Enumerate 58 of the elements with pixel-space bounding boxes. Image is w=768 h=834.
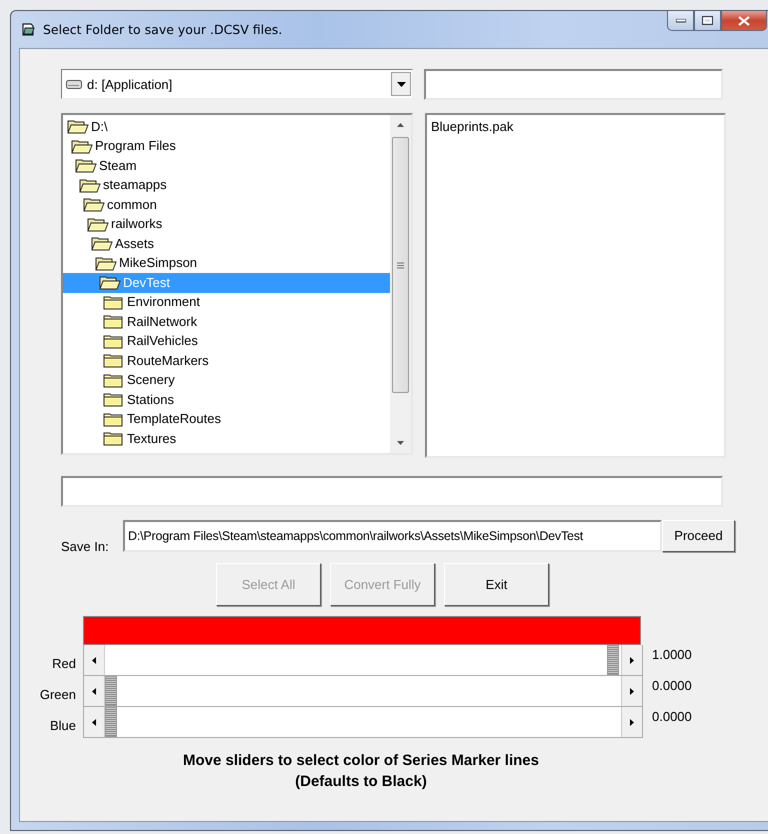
action-button[interactable]: Exit — [444, 563, 549, 606]
instruction-text: (Defaults to Black) — [294, 772, 428, 792]
instruction-text: Move sliders to select color of Series Marker lines — [182, 751, 540, 771]
tree-item[interactable]: Scenery — [125, 371, 177, 390]
slider-label: Red — [51, 655, 76, 671]
tree-item[interactable]: Stations — [125, 390, 176, 409]
right-arrow-icon — [630, 656, 634, 664]
slider-thumb[interactable] — [105, 676, 117, 706]
slider-thumb[interactable] — [105, 707, 117, 737]
save-path-field[interactable]: D:\Program Files\Steam\steamapps\common\railworks\Assets\MikeSimpson\DevTest — [123, 520, 662, 552]
left-arrow-icon — [92, 718, 96, 726]
tree-item[interactable]: D:\ — [89, 118, 110, 136]
tree-item[interactable]: railworks — [109, 215, 164, 234]
tree-item[interactable]: Assets — [113, 234, 156, 253]
proceed-button[interactable]: Proceed — [662, 520, 735, 552]
slider-value: 0.0000 — [652, 708, 692, 724]
color-slider[interactable] — [83, 645, 643, 676]
color-slider[interactable] — [83, 676, 643, 707]
text-field[interactable] — [61, 476, 723, 507]
slider-label: Blue — [48, 717, 76, 733]
slider-label: Green — [38, 686, 76, 702]
file-name-field[interactable] — [424, 69, 723, 100]
right-arrow-icon — [630, 688, 634, 694]
scrollbar[interactable] — [390, 115, 411, 453]
save-in-label: Save In: — [61, 538, 110, 554]
tree-item[interactable]: steamapps — [101, 176, 169, 194]
scroll-up-icon — [397, 123, 404, 127]
slider-value: 1.0000 — [652, 646, 692, 662]
window-title: Select Folder to save your .DCSV files. — [43, 22, 282, 37]
tree-item[interactable]: RailVehicles — [125, 332, 200, 350]
color-slider[interactable] — [83, 707, 643, 738]
tree-item[interactable]: TemplateRoutes — [125, 410, 223, 428]
scroll-down-icon — [397, 441, 404, 445]
left-arrow-icon — [92, 656, 96, 664]
file-item[interactable]: Blueprints.pak — [431, 119, 720, 135]
minimize-button[interactable] — [667, 11, 694, 31]
maximize-button[interactable] — [694, 11, 721, 31]
tree-item[interactable]: Steam — [97, 156, 139, 175]
close-icon — [738, 16, 750, 26]
tree-item[interactable]: RouteMarkers — [125, 352, 211, 370]
tree-item[interactable]: common — [105, 196, 159, 214]
slider-thumb[interactable] — [607, 645, 619, 675]
window-icon — [22, 23, 36, 36]
tree-item[interactable]: Textures — [125, 430, 178, 448]
drive-icon — [66, 80, 82, 88]
dropdown-arrow-icon — [396, 82, 406, 86]
minimize-icon — [676, 18, 686, 22]
slider-value: 0.0000 — [652, 677, 692, 693]
right-arrow-icon — [630, 718, 634, 726]
tree-item[interactable]: RailNetwork — [125, 312, 200, 331]
drive-dropdown[interactable]: d: [Application] — [61, 69, 413, 99]
left-arrow-icon — [92, 688, 96, 694]
maximize-icon — [702, 16, 713, 25]
scroll-thumb[interactable] — [392, 137, 409, 393]
tree-item[interactable]: Environment — [125, 293, 202, 312]
tree-item[interactable]: MikeSimpson — [117, 254, 200, 272]
tree-item[interactable]: Program Files — [93, 137, 178, 156]
close-button[interactable] — [721, 11, 767, 31]
